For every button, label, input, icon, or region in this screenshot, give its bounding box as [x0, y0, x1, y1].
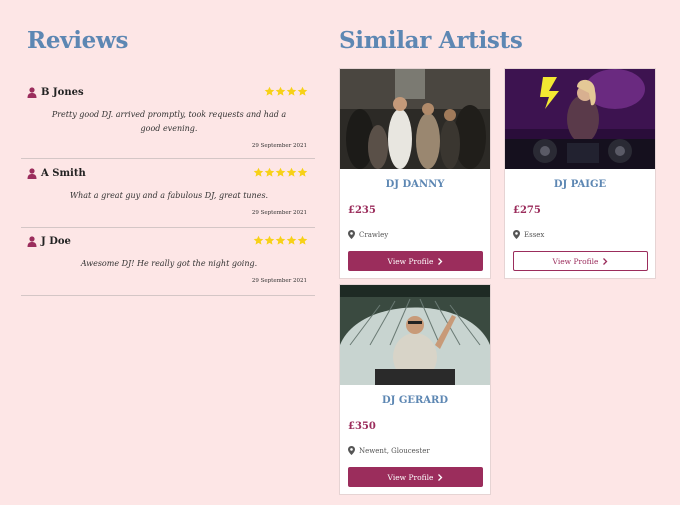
review-date: 29 September 2021	[251, 210, 307, 216]
artist-price: £350	[348, 421, 376, 432]
map-pin-icon	[513, 230, 520, 239]
artist-price: £235	[348, 205, 376, 216]
view-profile-button[interactable]: View Profile	[348, 251, 483, 271]
star-icon	[297, 235, 308, 245]
review-text: Awesome DJ! He really got the night goin…	[80, 259, 258, 268]
artist-name: DJ GERARD	[381, 395, 449, 406]
star-icon	[264, 86, 275, 96]
artist-card: DJ GERARD £350 Newent, Gloucester View P…	[339, 284, 491, 495]
chevron-right-icon	[438, 257, 443, 265]
view-profile-button[interactable]: View Profile	[513, 251, 648, 271]
view-profile-button[interactable]: View Profile	[348, 467, 483, 487]
chevron-right-icon	[603, 257, 608, 265]
star-icon	[286, 86, 297, 96]
artist-location: Essex	[513, 230, 544, 239]
artist-name: DJ PAIGE	[553, 179, 607, 190]
artist-name: DJ DANNY	[385, 179, 445, 190]
review-item: J Doe Awesome DJ! He really got the nigh…	[21, 235, 315, 296]
view-profile-label: View Profile	[387, 472, 434, 482]
reviews-heading: Reviews	[27, 27, 129, 54]
star-icon	[264, 167, 275, 177]
map-pin-icon	[348, 230, 355, 239]
review-date: 29 September 2021	[251, 143, 307, 149]
review-text: What a great guy and a fabulous DJ, grea…	[69, 191, 269, 200]
star-rating	[253, 235, 308, 246]
user-icon	[27, 168, 37, 179]
artist-price: £275	[513, 205, 541, 216]
artist-location: Crawley	[348, 230, 388, 239]
artist-card: DJ PAIGE £275 Essex View Profile	[504, 68, 656, 279]
star-icon	[253, 167, 264, 177]
review-item: A Smith What a great guy and a fabulous …	[21, 167, 315, 228]
user-icon	[27, 87, 37, 98]
review-date: 29 September 2021	[251, 278, 307, 284]
map-pin-icon	[348, 446, 355, 455]
star-icon	[275, 86, 286, 96]
view-profile-label: View Profile	[387, 256, 434, 266]
artist-photo	[340, 69, 490, 169]
review-text: Pretty good DJ. arrived promptly, took r…	[51, 110, 287, 133]
user-icon	[27, 236, 37, 247]
star-icon	[275, 167, 286, 177]
star-icon	[253, 235, 264, 245]
view-profile-label: View Profile	[552, 256, 599, 266]
artist-location-text: Newent, Gloucester	[359, 446, 430, 455]
reviewer-name: B Jones	[41, 87, 84, 98]
artist-location-text: Crawley	[359, 230, 389, 239]
artist-location: Newent, Gloucester	[348, 446, 430, 455]
chevron-right-icon	[438, 473, 443, 481]
reviewer-name: A Smith	[41, 168, 86, 179]
star-icon	[286, 167, 297, 177]
star-icon	[264, 235, 275, 245]
review-item: B Jones Pretty good DJ. arrived promptly…	[21, 86, 315, 159]
artist-photo	[505, 69, 655, 169]
star-icon	[286, 235, 297, 245]
artist-card: DJ DANNY £235 Crawley View Profile	[339, 68, 491, 279]
star-icon	[275, 235, 286, 245]
artist-location-text: Essex	[524, 230, 545, 239]
star-icon	[297, 86, 308, 96]
star-icon	[297, 167, 308, 177]
artist-photo	[340, 285, 490, 385]
star-rating	[253, 167, 308, 178]
similar-artists-heading: Similar Artists	[339, 27, 523, 54]
star-rating	[264, 86, 308, 97]
reviewer-name: J Doe	[41, 236, 71, 247]
